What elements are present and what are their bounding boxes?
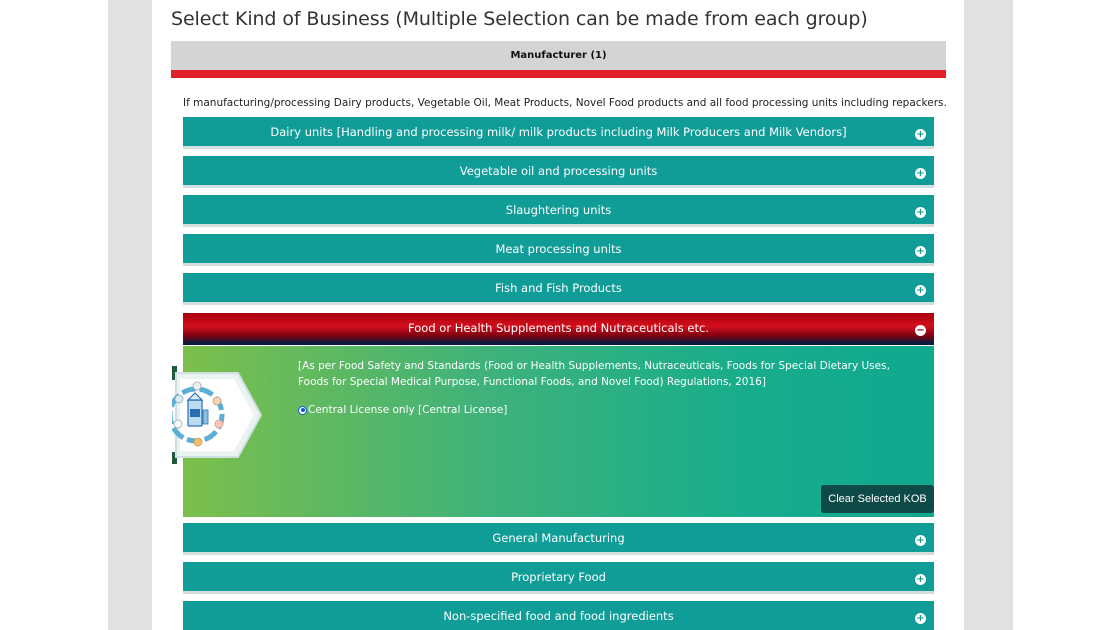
- accordion-fish-products[interactable]: Fish and Fish Products +: [183, 273, 934, 305]
- plus-icon: +: [915, 612, 926, 624]
- expanded-panel-food-supplements: [As per Food Safety and Standards (Food …: [183, 346, 934, 517]
- accordion-label: Slaughtering units: [505, 202, 612, 217]
- group-header-manufacturer[interactable]: Manufacturer (1): [171, 41, 946, 70]
- group-header-underline: [171, 70, 946, 78]
- accordion-general-manufacturing[interactable]: General Manufacturing +: [183, 523, 934, 555]
- accordion-label: Proprietary Food: [511, 569, 606, 584]
- plus-icon: +: [915, 245, 926, 257]
- plus-icon: +: [915, 206, 926, 218]
- radio-button[interactable]: [298, 405, 307, 415]
- plus-icon: +: [915, 534, 926, 546]
- plus-icon: +: [915, 128, 926, 140]
- page-title: Select Kind of Business (Multiple Select…: [171, 8, 868, 30]
- accordion-label: Dairy units [Handling and processing mil…: [270, 124, 847, 139]
- panel-description: [As per Food Safety and Standards (Food …: [298, 360, 890, 388]
- accordion-label: Meat processing units: [495, 241, 622, 256]
- minus-icon: −: [915, 324, 926, 336]
- accordion-non-specified-food[interactable]: Non-specified food and food ingredients …: [183, 601, 934, 630]
- accordion-label: Food or Health Supplements and Nutraceut…: [408, 320, 709, 335]
- accordion-food-health-supplements[interactable]: Food or Health Supplements and Nutraceut…: [183, 313, 934, 345]
- accordion-slaughtering-units[interactable]: Slaughtering units +: [183, 195, 934, 227]
- accordion-dairy-units[interactable]: Dairy units [Handling and processing mil…: [183, 117, 934, 149]
- accordion-proprietary-food[interactable]: Proprietary Food +: [183, 562, 934, 594]
- dairy-illustration-icon: [172, 366, 262, 464]
- accordion-label: Fish and Fish Products: [495, 280, 622, 295]
- plus-icon: +: [915, 167, 926, 179]
- accordion-vegetable-oil[interactable]: Vegetable oil and processing units +: [183, 156, 934, 188]
- plus-icon: +: [915, 284, 926, 296]
- group-intro-text: If manufacturing/processing Dairy produc…: [183, 97, 947, 109]
- accordion-label: Vegetable oil and processing units: [459, 163, 658, 178]
- accordion-label: General Manufacturing: [492, 530, 625, 545]
- accordion-meat-processing[interactable]: Meat processing units +: [183, 234, 934, 266]
- plus-icon: +: [915, 573, 926, 585]
- clear-selected-kob-button[interactable]: Clear Selected KOB: [821, 485, 934, 513]
- accordion-label: Non-specified food and food ingredients: [443, 608, 674, 623]
- radio-label[interactable]: Central License only [Central License]: [308, 404, 507, 416]
- radio-option-central-license[interactable]: Central License only [Central License]: [298, 404, 507, 416]
